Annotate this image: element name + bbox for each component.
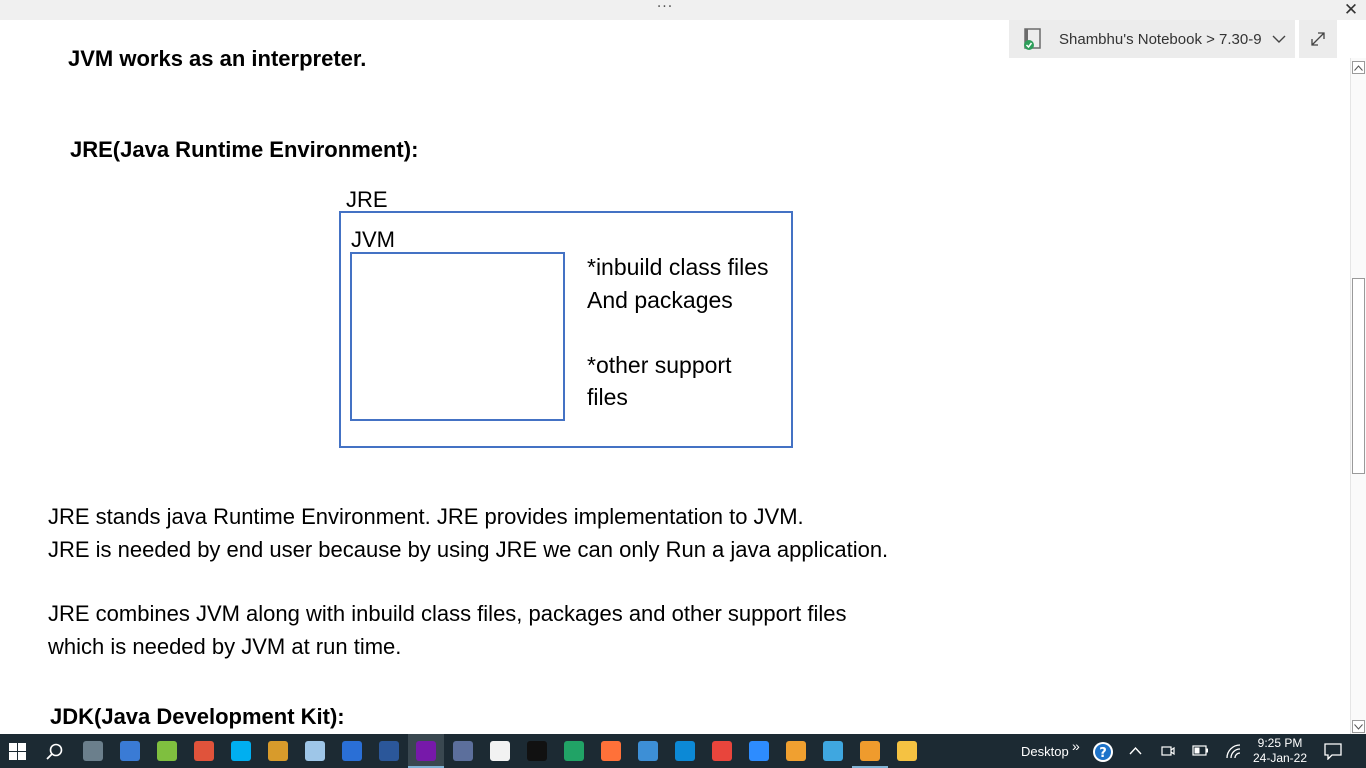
clock-date: 24-Jan-22 [1252, 751, 1308, 765]
keyboard-icon[interactable] [120, 741, 140, 761]
jdk-heading: JDK(Java Development Kit): [50, 704, 345, 729]
paragraph-line: JRE is needed by end user because by usi… [48, 537, 889, 562]
notebook-icon [1024, 28, 1041, 50]
close-button[interactable]: ✕ [1340, 0, 1362, 20]
expand-button[interactable] [1299, 20, 1337, 58]
wordpad-icon[interactable] [268, 741, 288, 761]
paint-icon[interactable] [490, 741, 510, 761]
desktop-toolbar-label[interactable]: Desktop [1021, 744, 1069, 759]
store-icon[interactable] [342, 741, 362, 761]
more-options-button[interactable]: ··· [650, 0, 680, 20]
word-icon[interactable] [379, 741, 399, 761]
windows-start-icon[interactable] [9, 743, 26, 760]
expand-icon [1311, 32, 1325, 46]
zoom-icon[interactable] [749, 741, 769, 761]
onenote-icon[interactable] [416, 741, 436, 761]
chevron-up-icon [1354, 64, 1363, 71]
vertical-scrollbar[interactable] [1350, 58, 1366, 734]
notebook-switcher[interactable]: Shambhu's Notebook > 7.30-9 [1009, 20, 1295, 58]
diagram-jvm-label: JVM [351, 227, 395, 252]
edge-icon[interactable] [675, 741, 695, 761]
toolbar-expand-chevron[interactable]: » [1072, 738, 1080, 754]
w-app-icon[interactable] [860, 741, 880, 761]
diagram-text-line: *other support [587, 352, 732, 378]
wifi-icon[interactable] [1225, 743, 1241, 759]
refresh-app-icon[interactable] [564, 741, 584, 761]
diagram-text-line: And packages [587, 287, 733, 313]
pycharm-icon[interactable] [527, 741, 547, 761]
jvm-interpreter-line: JVM works as an interpreter. [68, 46, 367, 71]
window-title-bar: ··· ✕ [0, 0, 1366, 20]
battery-icon[interactable] [1192, 745, 1209, 756]
meet-now-icon[interactable] [1160, 743, 1176, 759]
taskbar: Desktop » ? [0, 734, 1366, 768]
paragraph-line: which is needed by JVM at run time. [48, 634, 402, 659]
diagram-jre-label: JRE [346, 187, 388, 212]
scroll-up-button[interactable] [1352, 61, 1365, 74]
diagram-text-line: files [587, 384, 628, 410]
file-explorer-icon[interactable] [897, 741, 917, 761]
breadcrumb: Shambhu's Notebook > 7.30-9 [1059, 30, 1262, 48]
paragraph: JRE stands java Runtime Environment. JRE… [48, 500, 968, 566]
orange-app-icon[interactable] [786, 741, 806, 761]
paragraph: JRE combines JVM along with inbuild clas… [48, 597, 968, 663]
jre-heading: JRE(Java Runtime Environment): [70, 137, 419, 162]
tray-chevron-up-icon[interactable] [1129, 746, 1142, 755]
diagram-text-line: *inbuild class files [587, 254, 769, 280]
monitor-icon[interactable] [638, 741, 658, 761]
skype-icon[interactable] [231, 741, 251, 761]
clock-time: 9:25 PM [1257, 736, 1303, 750]
calculator-icon[interactable] [83, 741, 103, 761]
help-icon[interactable]: ? [1092, 741, 1114, 763]
notification-icon[interactable] [1324, 743, 1342, 760]
snip-tool-icon[interactable] [194, 741, 214, 761]
paragraph-line: JRE stands java Runtime Environment. JRE… [48, 504, 804, 529]
scroll-down-button[interactable] [1352, 720, 1365, 733]
chevron-down-icon [1354, 723, 1363, 730]
notes-icon[interactable] [305, 741, 325, 761]
system-clock[interactable]: 9:25 PM 24-Jan-22 [1250, 736, 1310, 766]
chevron-down-icon[interactable] [1272, 32, 1286, 46]
jvm-box [350, 252, 565, 421]
search-icon[interactable] [46, 743, 63, 760]
chrome-icon[interactable] [712, 741, 732, 761]
paragraph-line: JRE combines JVM along with inbuild clas… [48, 601, 847, 626]
firefox-icon[interactable] [601, 741, 621, 761]
scrollbar-thumb[interactable] [1352, 278, 1365, 474]
snowflake-icon[interactable] [823, 741, 843, 761]
app-bar-icon[interactable] [453, 741, 473, 761]
notepad-icon[interactable] [157, 741, 177, 761]
svg-text:?: ? [1099, 746, 1107, 761]
